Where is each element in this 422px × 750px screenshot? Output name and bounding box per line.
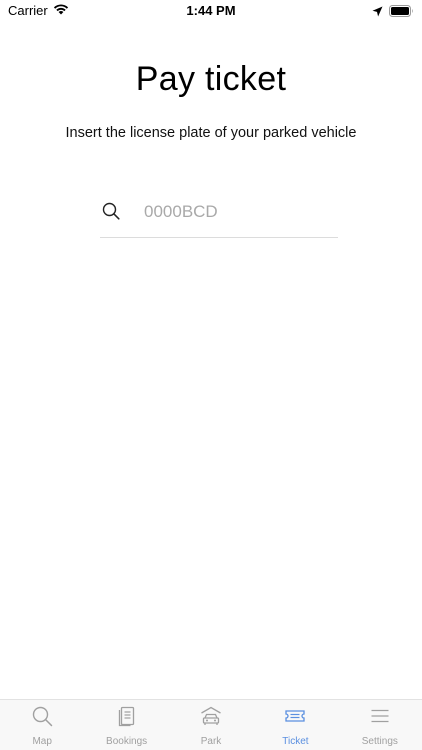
battery-icon bbox=[389, 4, 414, 22]
search-icon bbox=[31, 705, 53, 727]
status-bar: Carrier 1:44 PM bbox=[0, 0, 422, 22]
page-title: Pay ticket bbox=[135, 60, 287, 98]
status-right bbox=[372, 4, 414, 22]
location-arrow-icon bbox=[372, 4, 383, 22]
pay-ticket-screen: Carrier 1:44 PM Pay ticket Insert the li… bbox=[0, 0, 422, 750]
license-plate-input[interactable] bbox=[144, 199, 334, 225]
tab-label-settings: Settings bbox=[361, 736, 398, 747]
menu-icon bbox=[369, 705, 391, 727]
status-time: 1:44 PM bbox=[186, 3, 236, 18]
page-subtitle: Insert the license plate of your parked … bbox=[65, 125, 357, 141]
search-icon bbox=[102, 202, 120, 220]
tab-settings[interactable]: Settings bbox=[338, 700, 422, 750]
tab-bar: Map Bookings Park Ticket Settings bbox=[0, 699, 422, 750]
ticket-icon bbox=[284, 705, 306, 727]
license-plate-field[interactable] bbox=[100, 190, 338, 238]
tab-label-map: Map bbox=[32, 736, 52, 747]
tab-park[interactable]: Park bbox=[169, 700, 253, 750]
tab-label-ticket: Ticket bbox=[282, 736, 309, 747]
tab-map[interactable]: Map bbox=[0, 700, 84, 750]
document-icon bbox=[116, 705, 138, 727]
tab-ticket[interactable]: Ticket bbox=[253, 700, 337, 750]
tab-bookings[interactable]: Bookings bbox=[84, 700, 168, 750]
tab-label-bookings: Bookings bbox=[106, 736, 148, 747]
car-garage-icon bbox=[200, 705, 222, 727]
tab-label-park: Park bbox=[200, 736, 222, 747]
